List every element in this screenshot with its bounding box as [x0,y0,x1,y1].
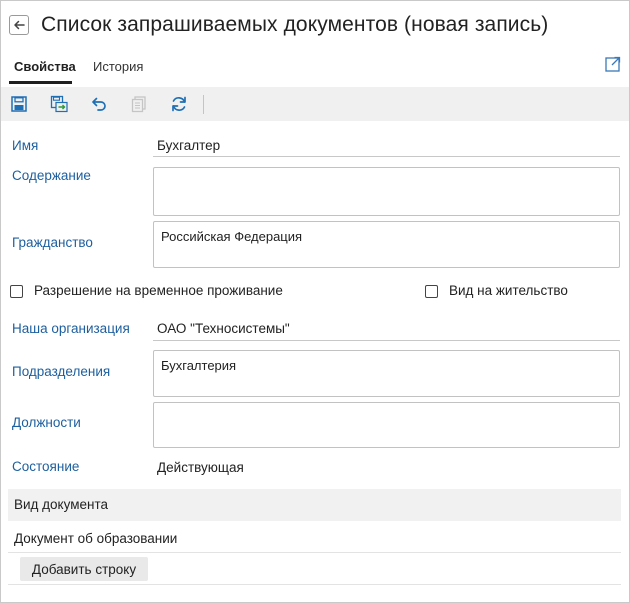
positions-label[interactable]: Должности [12,415,81,430]
state-field[interactable]: Действующая [157,460,244,475]
departments-field-value: Бухгалтерия [161,358,237,373]
departments-label[interactable]: Подразделения [12,364,110,379]
copy-icon [131,96,146,113]
organization-field[interactable]: ОАО "Техносистемы" [157,321,290,336]
record-window: Список запрашиваемых документов (новая з… [0,0,630,603]
organization-label[interactable]: Наша организация [12,321,130,336]
column-header-document-type[interactable]: Вид документа [14,497,108,512]
tab-properties[interactable]: Свойства [14,59,76,74]
save-and-close-icon[interactable] [50,95,68,113]
table-header: Вид документа [8,489,621,521]
open-in-new-window-icon[interactable] [604,55,622,73]
departments-field[interactable]: Бухгалтерия [153,350,620,397]
citizenship-label[interactable]: Гражданство [12,235,93,250]
organization-field-underline [153,340,620,341]
save-icon[interactable] [10,95,28,113]
state-label[interactable]: Состояние [12,459,79,474]
positions-field[interactable] [153,402,620,448]
name-label: Имя [12,138,39,153]
table-row[interactable]: Документ об образовании [8,522,621,553]
active-tab-indicator [9,81,72,84]
citizenship-field-value: Российская Федерация [161,229,303,244]
content-field[interactable] [153,167,620,216]
undo-icon[interactable] [90,95,108,113]
page-title: Список запрашиваемых документов (новая з… [41,13,549,36]
toolbar [1,87,629,121]
add-row-button[interactable]: Добавить строку [20,557,148,581]
arrow-left-icon [14,20,25,30]
table-bottom-divider [8,584,621,585]
residence-permit-checkbox[interactable] [425,285,438,298]
temp-residence-checkbox[interactable] [10,285,23,298]
name-field-underline [153,156,620,157]
content-label[interactable]: Содержание [12,168,91,183]
residence-permit-label[interactable]: Вид на жительство [449,283,568,298]
table-cell-document-type: Документ об образовании [14,531,178,546]
toolbar-separator [203,95,204,114]
refresh-icon[interactable] [170,95,188,113]
back-button[interactable] [9,15,29,35]
tab-bar: Свойства История [1,53,629,85]
tab-history[interactable]: История [93,59,143,74]
header: Список запрашиваемых документов (новая з… [1,1,629,51]
temp-residence-label[interactable]: Разрешение на временное проживание [34,283,283,298]
name-field[interactable]: Бухгалтер [157,138,220,153]
citizenship-field[interactable]: Российская Федерация [153,221,620,268]
